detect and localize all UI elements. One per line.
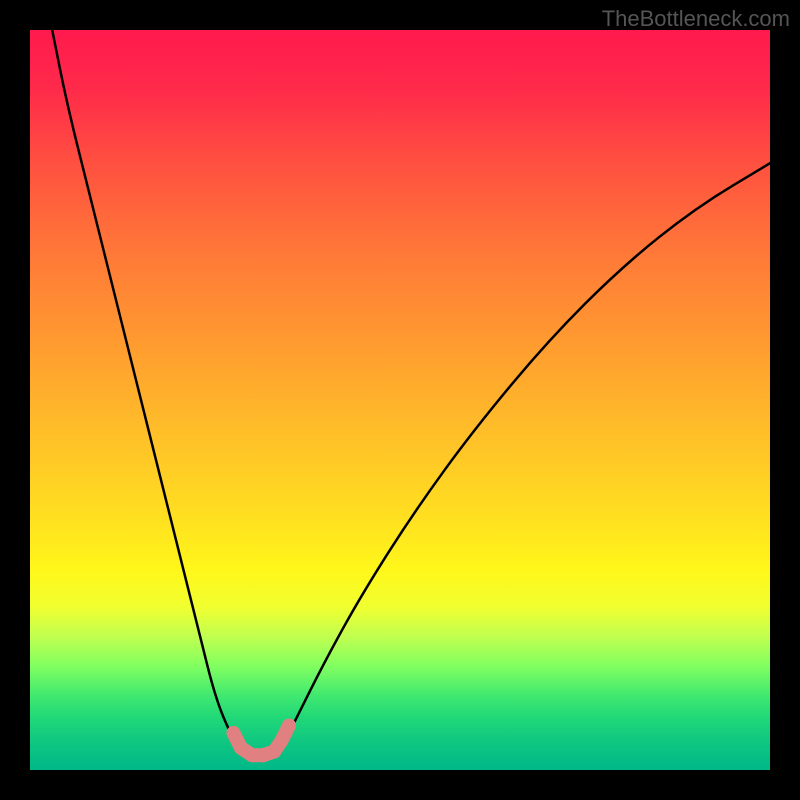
bottleneck-marker — [227, 726, 241, 740]
bottleneck-marker — [282, 719, 296, 733]
bottleneck-curve-path — [52, 30, 770, 755]
bottleneck-chart — [30, 30, 770, 770]
bottleneck-marker-group — [227, 719, 297, 763]
watermark-text: TheBottleneck.com — [602, 6, 790, 32]
bottleneck-marker — [275, 733, 289, 747]
